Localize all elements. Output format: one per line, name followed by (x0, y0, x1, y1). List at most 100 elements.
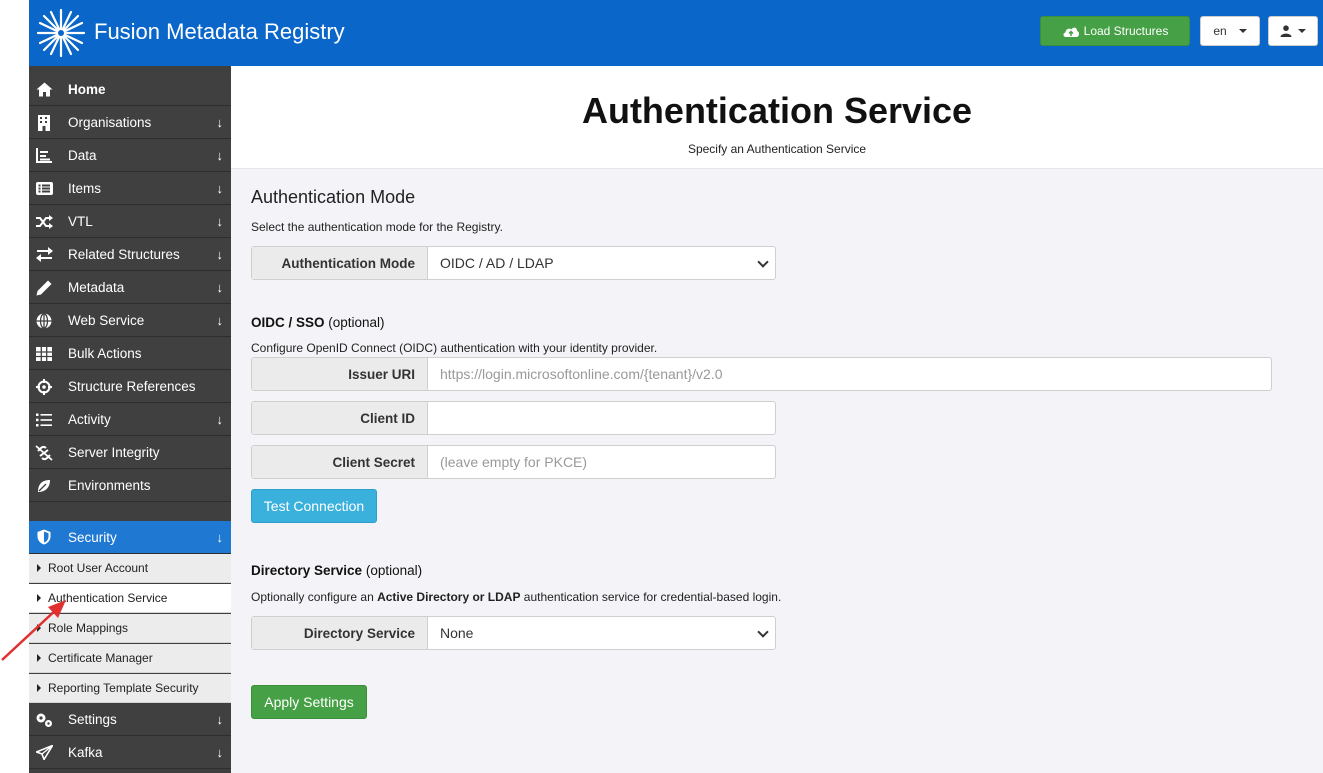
client-secret-input[interactable] (440, 446, 775, 478)
client-secret-label: Client Secret (252, 446, 428, 478)
paper-plane-icon (35, 744, 53, 762)
sidebar-item-items[interactable]: Items ↓ (29, 173, 231, 205)
directory-service-label: Directory Service (252, 617, 428, 649)
sidebar-item-structure-references[interactable]: Structure References (29, 371, 231, 403)
auth-mode-control[interactable]: OIDC / AD / LDAP (428, 247, 775, 279)
table-icon (35, 345, 53, 363)
sidebar-item-label: Metadata (68, 280, 125, 295)
oidc-heading-bold: OIDC / SSO (251, 315, 325, 330)
sidebar-item-label: Settings (68, 712, 117, 727)
arrow-down-icon: ↓ (216, 280, 224, 295)
leaf-icon (35, 477, 53, 495)
sidebar-item-kafka[interactable]: Kafka ↓ (29, 737, 231, 769)
sidebar-item-web-service[interactable]: Web Service ↓ (29, 305, 231, 337)
directory-service-select[interactable]: Directory Service None (251, 616, 776, 650)
sidebar-subitem-root-user-account[interactable]: Root User Account (29, 554, 231, 583)
client-id-input[interactable] (440, 402, 775, 434)
sidebar-item-label: VTL (68, 214, 93, 229)
top-bar: Fusion Metadata Registry Load Structures… (29, 0, 1323, 66)
sidebar-item-label: Kafka (68, 745, 103, 760)
sidebar-item-metadata[interactable]: Metadata ↓ (29, 272, 231, 304)
directory-service-control[interactable]: None (428, 617, 775, 649)
exchange-icon (35, 246, 53, 264)
auth-mode-heading: Authentication Mode (251, 187, 416, 207)
building-icon (35, 114, 53, 132)
directory-heading-optional: (optional) (362, 563, 423, 578)
sidebar-item-related-structures[interactable]: Related Structures ↓ (29, 239, 231, 271)
sidebar-item-organisations[interactable]: Organisations ↓ (29, 107, 231, 139)
client-secret-group: Client Secret (251, 445, 776, 479)
issuer-uri-label: Issuer URI (252, 358, 428, 390)
caret-down-icon (1298, 29, 1306, 33)
logo-icon (36, 8, 86, 58)
chart-icon (35, 147, 53, 165)
directory-heading: Directory Service (optional) (251, 563, 422, 578)
sidebar-item-settings[interactable]: Settings ↓ (29, 704, 231, 736)
issuer-uri-input[interactable] (440, 358, 1271, 390)
crosshair-icon (35, 378, 53, 396)
sidebar-item-label: Activity (68, 412, 111, 427)
sidebar-subitem-reporting-template-security[interactable]: Reporting Template Security (29, 674, 231, 703)
arrow-down-icon: ↓ (216, 247, 224, 262)
arrow-down-icon: ↓ (216, 529, 224, 545)
app-title: Fusion Metadata Registry (94, 19, 345, 44)
home-icon (35, 81, 53, 99)
sidebar-item-server-integrity[interactable]: Server Integrity (29, 437, 231, 469)
arrow-down-icon: ↓ (216, 148, 224, 163)
sidebar-item-vtl[interactable]: VTL ↓ (29, 206, 231, 238)
sidebar-item-label: Data (68, 148, 97, 163)
caret-right-icon (37, 564, 41, 572)
sidebar-item-label: Environments (68, 478, 151, 493)
annotation-arrow-icon (1, 600, 66, 661)
sidebar-subitem-label: Reporting Template Security (48, 681, 199, 695)
globe-icon (35, 312, 53, 330)
test-connection-button[interactable]: Test Connection (251, 489, 377, 523)
pencil-icon (35, 279, 53, 297)
sidebar-item-label: Web Service (68, 313, 145, 328)
language-dropdown[interactable]: en (1200, 16, 1260, 46)
arrow-down-icon: ↓ (216, 115, 224, 130)
directory-desc-bold: Active Directory or LDAP (377, 590, 521, 604)
sidebar-item-home[interactable]: Home (29, 74, 231, 106)
client-id-group: Client ID (251, 401, 776, 435)
caret-down-icon (1238, 29, 1247, 33)
cloud-upload-icon (1063, 27, 1079, 37)
apply-settings-button[interactable]: Apply Settings (251, 685, 367, 719)
arrow-down-icon: ↓ (216, 712, 224, 727)
chevron-down-icon (757, 256, 769, 268)
auth-mode-label: Authentication Mode (252, 247, 428, 279)
arrow-down-icon: ↓ (216, 745, 224, 760)
caret-right-icon (37, 684, 41, 692)
sidebar-subitem-label: Root User Account (48, 561, 149, 575)
sidebar-item-environments[interactable]: Environments (29, 470, 231, 502)
page-header: Authentication Service Specify an Authen… (231, 66, 1323, 169)
sidebar-item-label: Home (68, 82, 106, 97)
load-structures-button[interactable]: Load Structures (1040, 16, 1190, 46)
sidebar-item-activity[interactable]: Activity ↓ (29, 404, 231, 436)
sidebar-item-label: Bulk Actions (68, 346, 142, 361)
directory-description: Optionally configure an Active Directory… (251, 590, 781, 604)
oidc-heading: OIDC / SSO (optional) (251, 315, 385, 330)
sidebar-item-security[interactable]: Security ↓ (29, 521, 231, 554)
issuer-uri-group: Issuer URI (251, 357, 1272, 391)
sidebar-item-label: Structure References (68, 379, 196, 394)
client-id-label: Client ID (252, 402, 428, 434)
user-menu-button[interactable] (1268, 16, 1318, 46)
sidebar-item-data[interactable]: Data ↓ (29, 140, 231, 172)
oidc-description: Configure OpenID Connect (OIDC) authenti… (251, 341, 658, 355)
language-value: en (1213, 24, 1227, 38)
broken-link-icon (35, 444, 53, 462)
chevron-down-icon (757, 626, 769, 638)
directory-desc-post: authentication service for credential-ba… (520, 590, 782, 604)
arrow-down-icon: ↓ (216, 181, 224, 196)
list-box-icon (35, 180, 53, 198)
page-title: Authentication Service (581, 90, 973, 131)
auth-mode-select[interactable]: Authentication Mode OIDC / AD / LDAP (251, 246, 776, 280)
auth-mode-description: Select the authentication mode for the R… (251, 220, 503, 234)
directory-desc-pre: Optionally configure an (251, 590, 378, 604)
main-content: Authentication Service Specify an Authen… (231, 66, 1323, 773)
directory-service-value: None (440, 625, 474, 641)
gears-icon (35, 711, 53, 729)
sidebar-item-bulk-actions[interactable]: Bulk Actions (29, 338, 231, 370)
sidebar-item-label: Related Structures (68, 247, 180, 262)
